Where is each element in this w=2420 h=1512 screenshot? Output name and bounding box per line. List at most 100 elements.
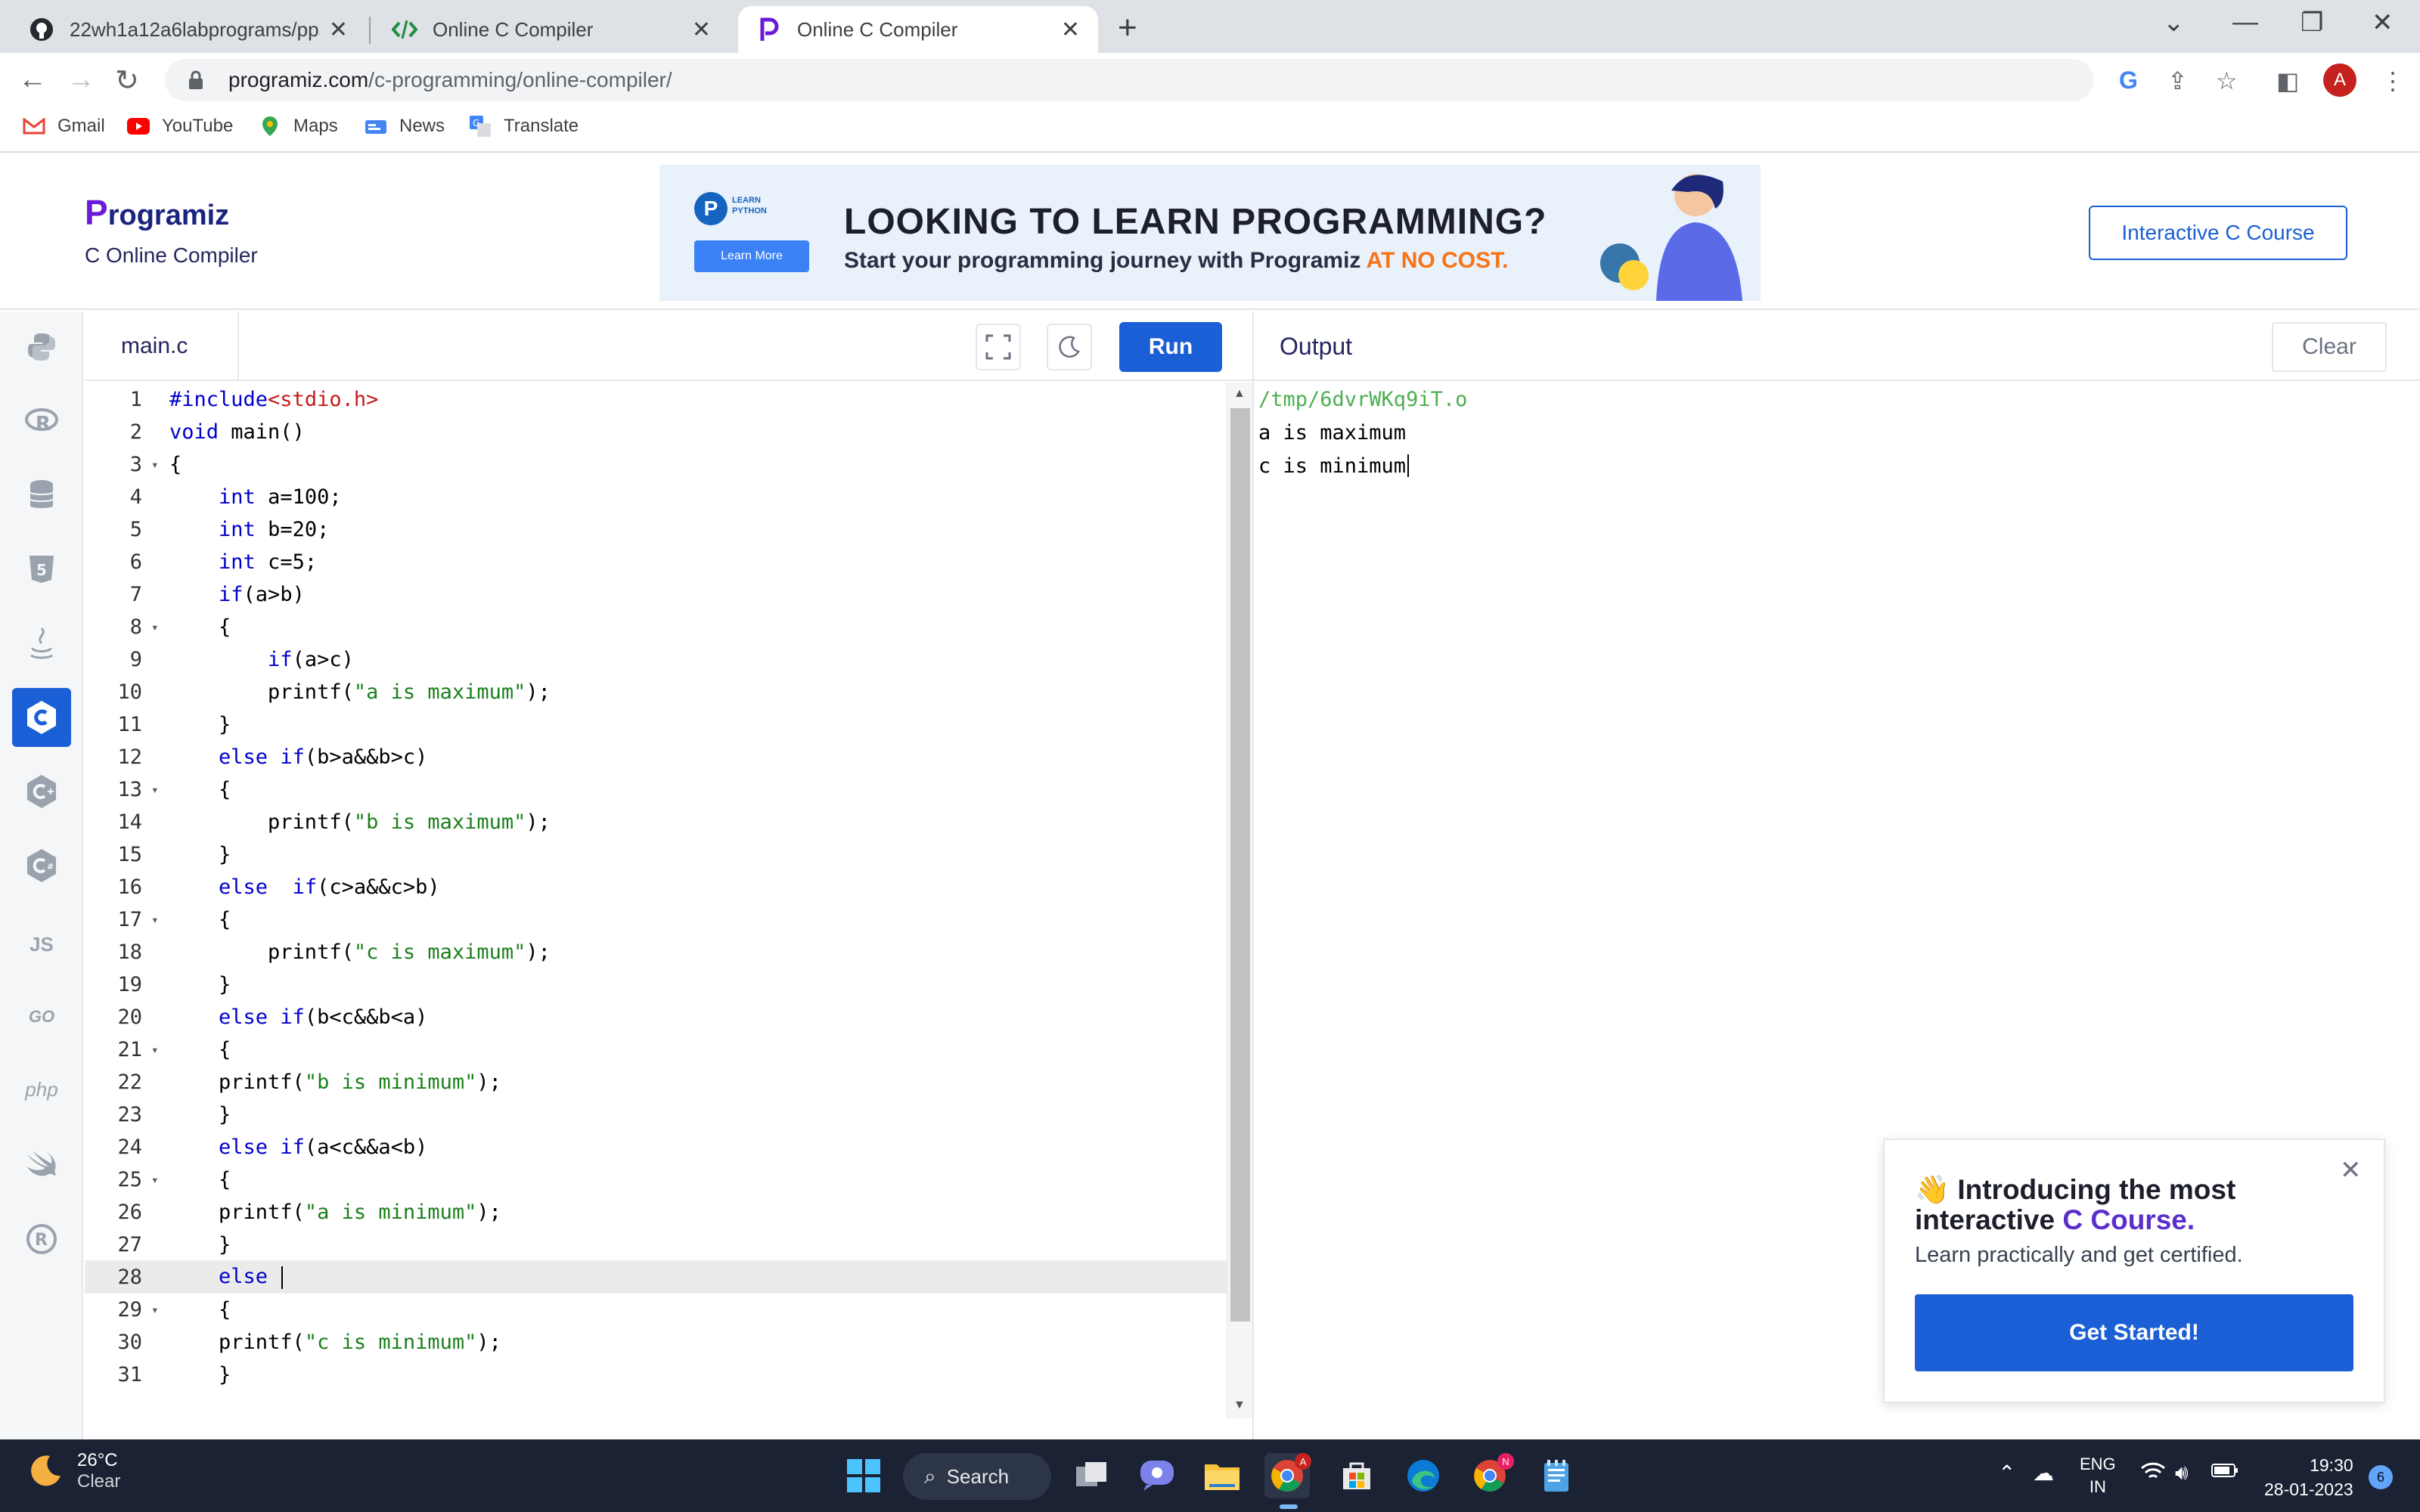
code-line[interactable]: 14 printf("b is maximum"); <box>85 805 1227 838</box>
code-line[interactable]: 18 printf("c is maximum"); <box>85 935 1227 968</box>
bookmark-star-icon[interactable]: ☆ <box>2216 67 2238 95</box>
code-editor[interactable]: 1 #include<stdio.h> 2 void main() 3 ▾{4 int a… <box>85 383 1227 1418</box>
code-line[interactable]: 28 else <box>85 1260 1227 1294</box>
code-line[interactable]: 22 printf("b is minimum"); <box>85 1065 1227 1098</box>
chrome-profile-2-icon[interactable]: N <box>1467 1453 1514 1498</box>
code-line[interactable]: 31 } <box>85 1358 1227 1391</box>
editor-scrollbar[interactable]: ▲ ▼ <box>1227 383 1252 1418</box>
run-button[interactable]: Run <box>1119 322 1222 372</box>
chrome-icon[interactable]: A <box>1264 1453 1311 1498</box>
system-clock[interactable]: 19:30 28-01-2023 <box>2264 1453 2353 1501</box>
tab-close-icon[interactable]: ✕ <box>1061 17 1080 43</box>
code-line[interactable]: 29 ▾ { <box>85 1293 1227 1326</box>
new-tab-icon[interactable]: + <box>1118 9 1137 47</box>
interactive-c-course-button[interactable]: Interactive C Course <box>2089 206 2347 260</box>
code-line[interactable]: 11 } <box>85 708 1227 741</box>
html5-icon[interactable]: 5 <box>12 540 71 599</box>
go-icon[interactable]: GO <box>12 987 71 1046</box>
fold-arrow-icon[interactable]: ▾ <box>151 620 169 634</box>
weather-widget[interactable]: 26°C Clear <box>27 1450 120 1492</box>
code-line[interactable]: 24 else if(a<c&&a<b) <box>85 1130 1227 1163</box>
cpp-icon[interactable] <box>12 762 71 821</box>
code-line[interactable]: 6 int c=5; <box>85 545 1227 578</box>
javascript-icon[interactable]: JS <box>12 915 71 974</box>
file-explorer-icon[interactable] <box>1199 1453 1245 1498</box>
code-line[interactable]: 3 ▾{ <box>85 448 1227 481</box>
side-panel-icon[interactable]: ◧ <box>2276 67 2299 95</box>
code-line[interactable]: 4 int a=100; <box>85 480 1227 513</box>
fullscreen-icon[interactable] <box>976 324 1021 370</box>
task-view-icon[interactable] <box>1069 1453 1115 1498</box>
tray-chevron-up-icon[interactable]: ⌃ <box>1998 1461 2015 1486</box>
notification-badge[interactable]: 6 <box>2369 1465 2393 1489</box>
onedrive-cloud-icon[interactable]: ☁ <box>2033 1461 2054 1486</box>
profile-avatar[interactable]: A <box>2323 64 2356 97</box>
notepad-icon[interactable] <box>1534 1453 1579 1498</box>
code-line[interactable]: 10 printf("a is maximum"); <box>85 675 1227 708</box>
get-started-button[interactable]: Get Started! <box>1915 1294 2353 1371</box>
window-close-icon[interactable]: ✕ <box>2372 8 2394 38</box>
edge-icon[interactable] <box>1401 1453 1446 1498</box>
csharp-icon[interactable]: # <box>12 836 71 895</box>
r-icon[interactable]: R <box>12 392 71 451</box>
tab-online-c-compiler-active[interactable]: Online C Compiler ✕ <box>738 6 1098 53</box>
swift-icon[interactable] <box>12 1134 71 1193</box>
minimize-icon[interactable]: — <box>2232 8 2258 37</box>
scroll-up-icon[interactable]: ▲ <box>1233 387 1246 401</box>
code-line[interactable]: 26 printf("a is minimum"); <box>85 1195 1227 1228</box>
dark-mode-moon-icon[interactable] <box>1047 324 1092 370</box>
volume-icon[interactable]: 🔊︎ <box>2175 1461 2189 1486</box>
code-line[interactable]: 1 #include<stdio.h> <box>85 383 1227 416</box>
python-icon[interactable] <box>12 318 71 376</box>
tab-github[interactable]: 22wh1a12a6labprograms/pps-la ✕ <box>11 6 366 53</box>
code-line[interactable]: 7 if(a>b) <box>85 578 1227 611</box>
back-icon[interactable]: ← <box>18 64 47 96</box>
bookmark-news[interactable]: News <box>365 115 445 138</box>
code-line[interactable]: 5 int b=20; <box>85 513 1227 546</box>
java-icon[interactable] <box>12 614 71 673</box>
fold-arrow-icon[interactable]: ▾ <box>151 1043 169 1057</box>
scrollbar-thumb[interactable] <box>1230 408 1250 1321</box>
code-line[interactable]: 30 printf("c is minimum"); <box>85 1325 1227 1359</box>
address-bar[interactable]: programiz.com/c-programming/online-compi… <box>165 59 2093 101</box>
chat-icon[interactable] <box>1134 1453 1180 1498</box>
code-line[interactable]: 17 ▾ { <box>85 903 1227 936</box>
reload-icon[interactable]: ↻ <box>115 64 139 98</box>
clear-button[interactable]: Clear <box>2272 322 2387 372</box>
code-line[interactable]: 23 } <box>85 1098 1227 1131</box>
share-icon[interactable]: ⇪ <box>2167 67 2188 95</box>
tab-close-icon[interactable]: ✕ <box>692 17 711 43</box>
file-tab-main-c[interactable]: main.c <box>85 311 239 381</box>
code-line[interactable]: 15 } <box>85 838 1227 871</box>
code-line[interactable]: 2 void main() <box>85 415 1227 448</box>
google-lens-icon[interactable]: G <box>2119 67 2138 94</box>
bookmark-maps[interactable]: Maps <box>259 115 338 138</box>
more-menu-icon[interactable]: ⋮ <box>2381 67 2405 95</box>
code-line[interactable]: 13 ▾ { <box>85 773 1227 806</box>
promo-close-icon[interactable]: ✕ <box>2340 1155 2362 1185</box>
restore-icon[interactable]: ❐ <box>2301 8 2323 38</box>
taskbar-search[interactable]: ⌕ Search <box>903 1453 1051 1500</box>
code-line[interactable]: 19 } <box>85 968 1227 1001</box>
fold-arrow-icon[interactable]: ▾ <box>151 1303 169 1317</box>
code-line[interactable]: 27 } <box>85 1228 1227 1261</box>
programiz-logo[interactable]: Programiz <box>85 192 229 233</box>
php-icon[interactable]: php <box>12 1060 71 1119</box>
tab-search-chevron-icon[interactable]: ⌄ <box>2163 8 2185 38</box>
bookmark-translate[interactable]: G Translate <box>469 115 579 138</box>
windows-start-icon[interactable] <box>841 1453 886 1498</box>
c-icon[interactable] <box>12 688 71 747</box>
bookmark-gmail[interactable]: Gmail <box>23 115 105 138</box>
bookmark-youtube[interactable]: YouTube <box>127 115 233 138</box>
code-line[interactable]: 16 else if(c>a&&c>b) <box>85 870 1227 903</box>
sql-icon[interactable] <box>12 466 71 525</box>
learn-more-button[interactable]: Learn More <box>694 240 809 272</box>
ad-banner[interactable]: P LEARN PYTHON Learn More LOOKING TO LEAR… <box>659 165 1761 301</box>
code-line[interactable]: 9 if(a>c) <box>85 643 1227 676</box>
input-language[interactable]: ENG IN <box>2080 1453 2116 1498</box>
fold-arrow-icon[interactable]: ▾ <box>151 782 169 797</box>
battery-icon[interactable] <box>2211 1461 2238 1485</box>
forward-icon[interactable]: → <box>67 64 95 96</box>
rust-icon[interactable]: R <box>12 1210 71 1269</box>
scroll-down-icon[interactable]: ▼ <box>1233 1399 1246 1412</box>
